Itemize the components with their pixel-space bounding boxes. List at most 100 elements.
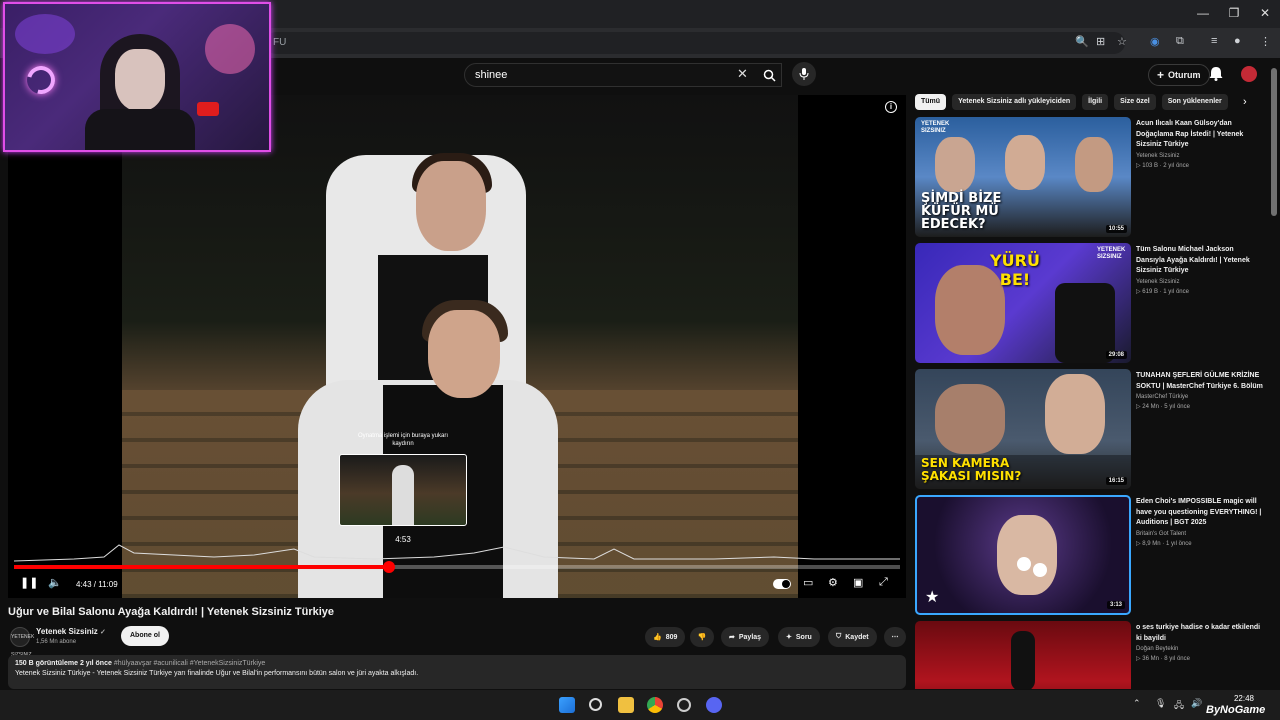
info-icon[interactable]: i bbox=[885, 101, 897, 113]
discord-icon[interactable] bbox=[706, 697, 722, 713]
app-icon[interactable] bbox=[677, 698, 691, 712]
video-thumbnail[interactable]: ★ 3:13 bbox=[915, 495, 1131, 615]
video-duration: 29:08 bbox=[1105, 351, 1127, 359]
install-icon[interactable]: ⊞ bbox=[1096, 35, 1105, 48]
save-button[interactable]: ⛉ Kaydet bbox=[828, 627, 877, 647]
zoom-icon[interactable]: 🔍 bbox=[1075, 35, 1089, 48]
save-playlist-icon: ⛉ bbox=[836, 633, 842, 640]
save-label: Kaydet bbox=[845, 633, 869, 641]
video-thumbnail[interactable] bbox=[915, 621, 1131, 689]
description-text: Yetenek Sizsiniz Türkiye - Yetenek Sizsi… bbox=[15, 670, 419, 677]
account-avatar[interactable] bbox=[1241, 66, 1257, 82]
thumbs-down-icon: 👎 bbox=[697, 634, 707, 641]
bookmark-star-icon[interactable]: ☆ bbox=[1117, 35, 1127, 48]
microphone-tray-icon[interactable]: 🎙 bbox=[1155, 698, 1166, 709]
voice-search-button[interactable] bbox=[792, 62, 816, 86]
thumbnail-person bbox=[1075, 137, 1113, 192]
progress-bar[interactable] bbox=[14, 561, 900, 573]
video-info: Tüm Salonu Michael Jackson Dansıyla Ayağ… bbox=[1136, 245, 1264, 295]
settings-gear-icon[interactable]: ⚙ bbox=[828, 576, 838, 589]
search-taskbar-icon[interactable] bbox=[589, 698, 602, 711]
profile-icon[interactable]: ● bbox=[1234, 35, 1241, 47]
description-meta: 150 B görüntüleme 2 yıl önce #hülyaavşar… bbox=[15, 660, 899, 667]
autoplay-toggle[interactable] bbox=[773, 579, 791, 589]
video-title[interactable]: Acun Ilıcalı Kaan Gülsoy'dan Doğaçlama R… bbox=[1136, 119, 1264, 151]
video-player[interactable]: i Oynatma işlemi için buraya yukarı kayd… bbox=[8, 95, 906, 598]
volume-tray-icon[interactable]: 🔊 bbox=[1191, 698, 1202, 709]
recommended-video[interactable]: o ses turkiye hadise o kadar etkilendi k… bbox=[915, 621, 1265, 689]
page-scrollbar[interactable] bbox=[1271, 68, 1277, 216]
restore-button[interactable]: ❐ bbox=[1219, 6, 1249, 20]
ask-button[interactable]: ✦ Soru bbox=[778, 627, 820, 647]
chip-all[interactable]: Tümü bbox=[915, 94, 947, 110]
search-icon bbox=[763, 69, 776, 82]
subtitles-icon[interactable]: ▭ bbox=[803, 576, 813, 589]
upload-age: 2 yıl önce bbox=[79, 660, 112, 667]
video-meta: ▷ 24 Mn · 5 yıl önce bbox=[1136, 404, 1190, 410]
network-icon[interactable]: 🖧 bbox=[1174, 698, 1184, 714]
fullscreen-icon[interactable]: ⤢ bbox=[879, 576, 888, 589]
more-menu-icon[interactable]: ⋮ bbox=[1260, 35, 1271, 48]
chevron-right-icon[interactable]: › bbox=[1243, 96, 1247, 108]
taskbar-clock[interactable]: 22:48 bbox=[1228, 694, 1254, 703]
channel-name[interactable]: Yetenek Sizsiniz ✓ bbox=[36, 627, 106, 636]
windows-start-icon[interactable] bbox=[559, 697, 575, 713]
video-duration: 3:13 bbox=[1106, 601, 1125, 609]
thumbnail-ball bbox=[1017, 557, 1031, 571]
search-button[interactable] bbox=[756, 63, 782, 87]
share-button[interactable]: ➦ Paylaş bbox=[721, 627, 770, 647]
channel-avatar[interactable]: YETENEK SIZSINIZ bbox=[10, 627, 34, 658]
address-input[interactable]: FU bbox=[265, 32, 1125, 54]
filter-chips: Tümü Yetenek Sizsiniz adlı yükleyiciden … bbox=[915, 94, 1228, 112]
minimize-button[interactable]: — bbox=[1188, 6, 1218, 20]
video-thumbnail[interactable]: SEN KAMERA ŞAKASI MISIN? 16:15 bbox=[915, 369, 1131, 489]
video-thumbnail[interactable]: YÜRÜ BE! YETENEK SIZSINIZ 29:08 bbox=[915, 243, 1131, 363]
chip-from-uploader[interactable]: Yetenek Sizsiniz adlı yükleyiciden bbox=[952, 94, 1077, 110]
dislike-button[interactable]: 👎 bbox=[690, 627, 714, 647]
video-channel[interactable]: Britain's Got Talent bbox=[1136, 531, 1264, 537]
video-title[interactable]: Eden Choi's IMPOSSIBLE magic will have y… bbox=[1136, 497, 1264, 529]
create-button[interactable]: + Oturum bbox=[1148, 64, 1210, 86]
video-channel[interactable]: Yetenek Sizsiniz bbox=[1136, 279, 1264, 285]
webcam-person-body bbox=[85, 109, 195, 150]
volume-icon[interactable]: 🔈 bbox=[48, 576, 62, 589]
thumbnail-person bbox=[935, 384, 1005, 454]
pause-button[interactable]: ❚❚ bbox=[20, 576, 38, 589]
video-channel[interactable]: Doğan Beytekin bbox=[1136, 646, 1264, 652]
chip-related[interactable]: İlgili bbox=[1082, 94, 1109, 110]
video-title[interactable]: o ses turkiye hadise o kadar etkilendi k… bbox=[1136, 623, 1264, 644]
tab-search-icon[interactable]: ≡ bbox=[1211, 35, 1217, 47]
recommended-video[interactable]: YÜRÜ BE! YETENEK SIZSINIZ 29:08 Tüm Salo… bbox=[915, 243, 1265, 365]
video-channel[interactable]: MasterChef Türkiye bbox=[1136, 394, 1264, 400]
close-window-button[interactable]: ✕ bbox=[1250, 6, 1280, 20]
chip-for-you[interactable]: Size özel bbox=[1114, 94, 1156, 110]
video-title[interactable]: TUNAHAN ŞEFLERİ GÜLME KRİZİNE SOKTU | Ma… bbox=[1136, 371, 1264, 392]
more-actions-button[interactable]: ⋯ bbox=[884, 627, 906, 647]
video-title[interactable]: Tüm Salonu Michael Jackson Dansıyla Ayağ… bbox=[1136, 245, 1264, 277]
scrubber-handle[interactable] bbox=[382, 561, 395, 573]
theater-mode-icon[interactable]: ▣ bbox=[853, 576, 863, 589]
like-button[interactable]: 👍 809 bbox=[645, 627, 686, 647]
video-thumbnail[interactable]: YETENEK SIZSINIZ ŞİMDİ BİZE KÜFÜR MÜ EDE… bbox=[915, 117, 1131, 237]
video-meta: ▷ 36 Mn · 8 yıl önce bbox=[1136, 656, 1190, 662]
notifications-bell-icon[interactable] bbox=[1209, 66, 1223, 81]
extensions-puzzle-icon[interactable]: ⧉ bbox=[1176, 35, 1184, 48]
recommended-video[interactable]: SEN KAMERA ŞAKASI MISIN? 16:15 TUNAHAN Ş… bbox=[915, 369, 1265, 491]
description-box[interactable]: 150 B görüntüleme 2 yıl önce #hülyaavşar… bbox=[8, 655, 906, 689]
chrome-icon[interactable] bbox=[647, 697, 663, 713]
like-count: 809 bbox=[665, 633, 678, 641]
video-channel[interactable]: Yetenek Sizsiniz bbox=[1136, 153, 1264, 159]
subscriber-count: 1,56 Mn abone bbox=[36, 639, 77, 645]
chip-recently-uploaded[interactable]: Son yüklenenler bbox=[1161, 94, 1228, 110]
clear-search-icon[interactable]: ✕ bbox=[737, 66, 748, 82]
chevron-up-icon[interactable]: ⌃ bbox=[1133, 698, 1141, 709]
file-explorer-icon[interactable] bbox=[618, 697, 634, 713]
share-label: Paylaş bbox=[738, 633, 762, 641]
extension-audio-icon[interactable]: ◉ bbox=[1150, 35, 1160, 48]
recommended-video[interactable]: YETENEK SIZSINIZ ŞİMDİ BİZE KÜFÜR MÜ EDE… bbox=[915, 117, 1265, 239]
search-input[interactable]: shinee bbox=[464, 63, 782, 87]
subscribe-button[interactable]: Abone ol bbox=[121, 626, 169, 646]
heatmap-wave bbox=[14, 544, 900, 562]
seek-preview-thumbnail bbox=[339, 454, 467, 526]
recommended-video[interactable]: ★ 3:13 Eden Choi's IMPOSSIBLE magic will… bbox=[915, 495, 1265, 617]
